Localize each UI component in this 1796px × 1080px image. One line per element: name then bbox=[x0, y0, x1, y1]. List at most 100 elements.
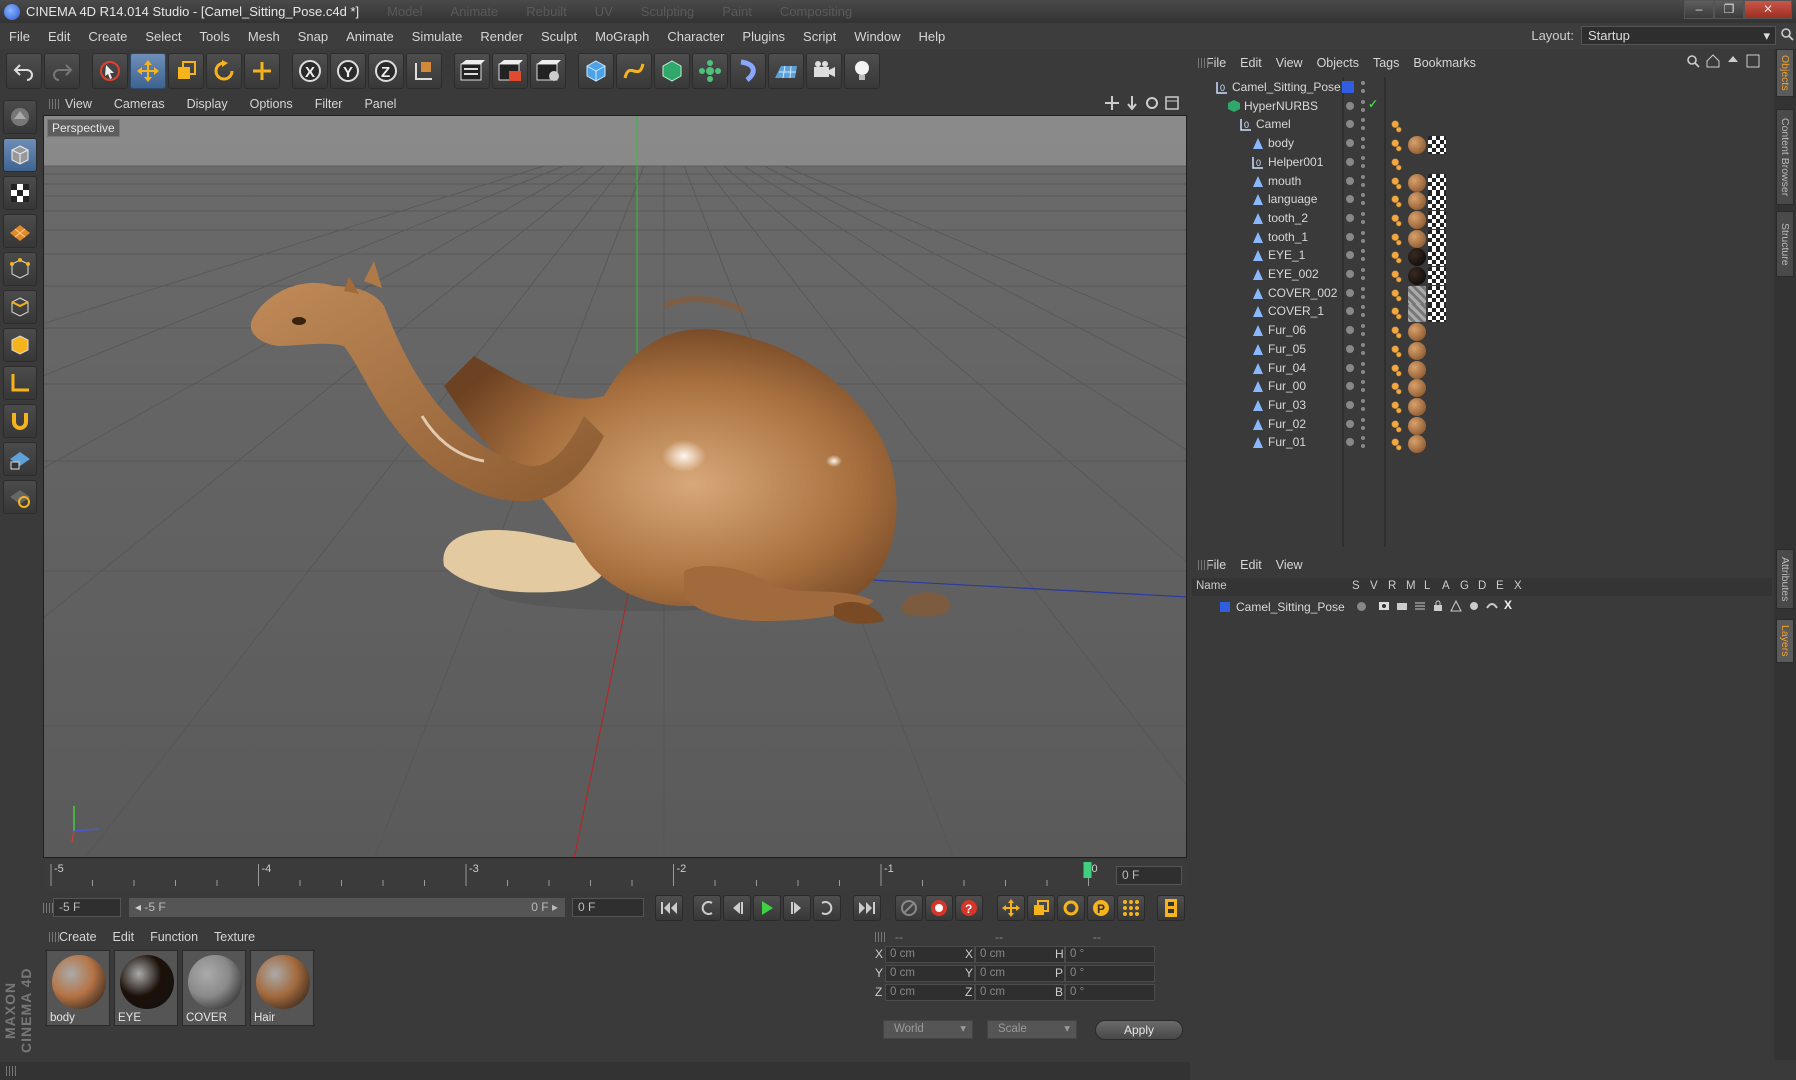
coordinate-system-dropdown[interactable]: World ▾ bbox=[883, 1020, 973, 1039]
menu-help[interactable]: Help bbox=[910, 29, 955, 44]
spline-button[interactable] bbox=[616, 53, 652, 89]
layer-column-header[interactable]: E bbox=[1496, 580, 1504, 592]
object-name[interactable]: Fur_03 bbox=[1268, 398, 1306, 412]
planar-workplane-button[interactable] bbox=[3, 480, 37, 514]
editor-visibility-dot[interactable] bbox=[1361, 417, 1365, 422]
object-menu-view[interactable]: View bbox=[1276, 56, 1303, 70]
viewport-menu-panel[interactable]: Panel bbox=[364, 97, 396, 111]
viewport-menu-view[interactable]: View bbox=[65, 97, 92, 111]
layer-column-header[interactable]: L bbox=[1424, 580, 1430, 592]
object-name[interactable]: Camel bbox=[1256, 117, 1291, 131]
make-editable-button[interactable] bbox=[3, 100, 37, 134]
render-visibility-dot[interactable] bbox=[1361, 350, 1365, 355]
layer-column-header[interactable]: X bbox=[1514, 580, 1522, 592]
search-icon[interactable] bbox=[1686, 54, 1700, 71]
object-menu-tags[interactable]: Tags bbox=[1373, 56, 1399, 70]
material-swatch[interactable]: COVER bbox=[182, 950, 246, 1026]
object-name[interactable]: HyperNURBS bbox=[1244, 99, 1318, 113]
render-visibility-dot[interactable] bbox=[1361, 219, 1365, 224]
material-swatch[interactable]: Hair bbox=[250, 950, 314, 1026]
floor-button[interactable] bbox=[768, 53, 804, 89]
light-button[interactable] bbox=[844, 53, 880, 89]
render-visibility-dot[interactable] bbox=[1361, 107, 1365, 112]
toggle-view-icon[interactable] bbox=[1165, 96, 1179, 113]
layer-dot[interactable] bbox=[1346, 326, 1354, 335]
render-visibility-dot[interactable] bbox=[1361, 369, 1365, 374]
next-key-button[interactable] bbox=[813, 895, 841, 921]
object-name[interactable]: Fur_04 bbox=[1268, 361, 1306, 375]
render-visibility-dot[interactable] bbox=[1361, 201, 1365, 206]
layer-dot[interactable] bbox=[1346, 382, 1354, 391]
size-mode-dropdown[interactable]: Scale ▾ bbox=[987, 1020, 1077, 1039]
object-name[interactable]: Fur_02 bbox=[1268, 417, 1306, 431]
timeline-ruler[interactable]: -5 -4 -3 -2 -1 0 0 F bbox=[43, 860, 1187, 890]
editor-visibility-dot[interactable] bbox=[1361, 286, 1365, 291]
next-frame-button[interactable] bbox=[783, 895, 811, 921]
editor-visibility-dot[interactable] bbox=[1361, 99, 1365, 104]
editor-visibility-dot[interactable] bbox=[1361, 118, 1365, 123]
layer-name[interactable]: Camel_Sitting_Pose bbox=[1236, 600, 1345, 614]
editor-visibility-dot[interactable] bbox=[1361, 230, 1365, 235]
home-icon[interactable] bbox=[1706, 54, 1720, 71]
layer-dot[interactable] bbox=[1346, 120, 1354, 129]
zoom-view-icon[interactable] bbox=[1125, 96, 1139, 113]
render-visibility-dot[interactable] bbox=[1361, 388, 1365, 393]
material-swatch[interactable]: body bbox=[46, 950, 110, 1026]
x-axis-lock-button[interactable]: X bbox=[292, 53, 328, 89]
layer-column-header[interactable]: M bbox=[1406, 580, 1416, 592]
timeline-window-button[interactable] bbox=[1157, 895, 1185, 921]
render-visibility-dot[interactable] bbox=[1361, 257, 1365, 262]
menu-script[interactable]: Script bbox=[794, 29, 845, 44]
render-visibility-dot[interactable] bbox=[1361, 89, 1365, 93]
material-menu-function[interactable]: Function bbox=[150, 930, 198, 944]
render-visibility-dot[interactable] bbox=[1361, 313, 1365, 318]
object-name[interactable]: Fur_01 bbox=[1268, 435, 1306, 449]
editor-visibility-dot[interactable] bbox=[1361, 268, 1365, 272]
menu-edit[interactable]: Edit bbox=[39, 29, 79, 44]
object-name[interactable]: EYE_002 bbox=[1268, 267, 1319, 281]
viewport-menu-filter[interactable]: Filter bbox=[315, 97, 343, 111]
layer-column-header[interactable]: D bbox=[1478, 580, 1486, 592]
layer-column-header[interactable]: G bbox=[1460, 580, 1469, 592]
layout-select[interactable]: Startup ▾ bbox=[1581, 26, 1776, 45]
editor-visibility-dot[interactable] bbox=[1361, 211, 1365, 216]
editor-visibility-dot[interactable] bbox=[1361, 436, 1365, 441]
object-name[interactable]: Camel_Sitting_Pose bbox=[1232, 80, 1341, 94]
menu-file[interactable]: File bbox=[0, 29, 39, 44]
menu-mograph[interactable]: MoGraph bbox=[586, 29, 658, 44]
undo-button[interactable] bbox=[6, 53, 42, 89]
object-row[interactable]: Fur_01 bbox=[1192, 432, 1772, 454]
coord-value-field[interactable]: 0 cm bbox=[885, 984, 975, 1001]
material-menu-edit[interactable]: Edit bbox=[113, 930, 135, 944]
pan-view-icon[interactable] bbox=[1105, 96, 1119, 113]
render-visibility-dot[interactable] bbox=[1361, 145, 1365, 150]
visible-eye-icon[interactable] bbox=[1378, 600, 1390, 615]
xref-icon[interactable]: X bbox=[1504, 598, 1512, 612]
nurbs-button[interactable] bbox=[654, 53, 690, 89]
menu-select[interactable]: Select bbox=[136, 29, 190, 44]
apply-button[interactable]: Apply bbox=[1095, 1020, 1183, 1040]
tab-layers[interactable]: Layers bbox=[1776, 619, 1794, 663]
axis-mode-button[interactable] bbox=[3, 366, 37, 400]
render-visibility-dot[interactable] bbox=[1361, 406, 1365, 411]
object-name[interactable]: COVER_002 bbox=[1268, 286, 1337, 300]
close-button[interactable]: ✕ bbox=[1744, 0, 1792, 19]
object-menu-edit[interactable]: Edit bbox=[1240, 56, 1262, 70]
coord-value-field[interactable]: 0 ° bbox=[1065, 984, 1155, 1001]
texture-mode-button[interactable] bbox=[3, 176, 37, 210]
editor-visibility-dot[interactable] bbox=[1361, 174, 1365, 179]
key-parameter-button[interactable]: P bbox=[1087, 895, 1115, 921]
layer-dot[interactable] bbox=[1346, 157, 1354, 166]
object-name[interactable]: tooth_1 bbox=[1268, 230, 1308, 244]
object-name[interactable]: Fur_06 bbox=[1268, 323, 1306, 337]
render-picture-viewer-button[interactable] bbox=[492, 53, 528, 89]
layer-dot[interactable] bbox=[1346, 400, 1354, 409]
current-frame-field[interactable]: 0 F bbox=[1116, 866, 1182, 885]
object-menu-objects[interactable]: Objects bbox=[1317, 56, 1359, 70]
object-name[interactable]: mouth bbox=[1268, 174, 1301, 188]
layer-dot[interactable] bbox=[1346, 139, 1354, 148]
render-icon[interactable] bbox=[1396, 600, 1408, 615]
editor-visibility-dot[interactable] bbox=[1361, 249, 1365, 254]
object-menu-bookmarks[interactable]: Bookmarks bbox=[1413, 56, 1476, 70]
layer-dot[interactable] bbox=[1346, 363, 1354, 372]
